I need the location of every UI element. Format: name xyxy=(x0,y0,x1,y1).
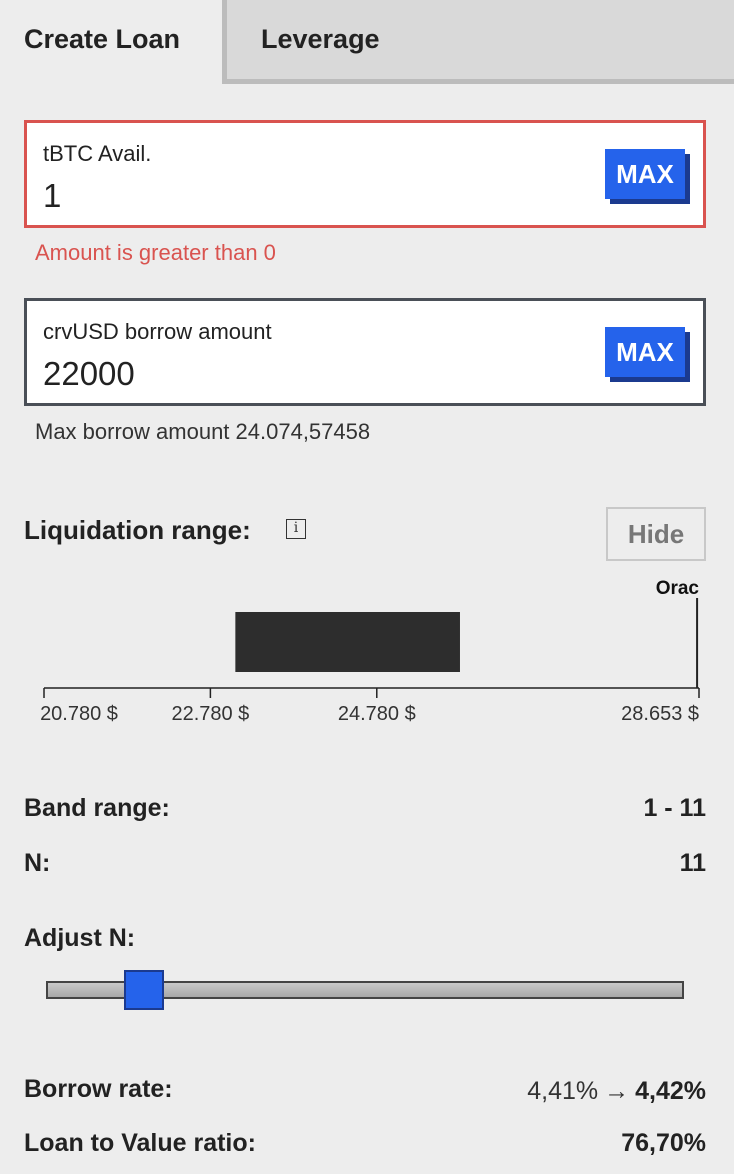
band-range-value: 1 - 11 xyxy=(643,794,706,822)
adjust-n-slider-thumb[interactable] xyxy=(123,970,164,1010)
borrow-rate-new: 4,42% xyxy=(635,1077,706,1105)
borrow-label: crvUSD borrow amount xyxy=(43,319,272,344)
chart-tick-label: 28.653 $ xyxy=(621,703,699,725)
borrow-rate-old: 4,41% xyxy=(527,1077,599,1105)
chart-tick-label: 20.780 $ xyxy=(40,703,118,725)
borrow-field[interactable]: crvUSD borrow amount 22000 MAX xyxy=(24,298,706,406)
oracle-price-label: Orac xyxy=(656,578,700,599)
borrow-max-button[interactable]: MAX xyxy=(605,327,685,377)
n-value: 11 xyxy=(679,849,706,877)
max-borrow-helper: Max borrow amount 24.074,57458 xyxy=(35,419,371,444)
tab-bar: Create Loan Leverage xyxy=(0,0,734,86)
tab-create-loan[interactable]: Create Loan xyxy=(0,0,222,86)
collateral-max-button[interactable]: MAX xyxy=(605,149,685,199)
ltv-value: 76,70% xyxy=(621,1129,706,1157)
arrow-right-icon: → xyxy=(604,1077,630,1105)
collateral-label: tBTC Avail. xyxy=(43,141,152,166)
borrow-rate-value: 4,41% → 4,42% xyxy=(527,1077,706,1106)
tab-leverage[interactable]: Leverage xyxy=(222,0,734,84)
liquidation-range-title: Liquidation range: xyxy=(24,515,251,545)
borrow-input[interactable]: 22000 xyxy=(43,355,135,393)
adjust-n-label: Adjust N: xyxy=(24,924,136,952)
chart-tick-label: 22.780 $ xyxy=(171,703,249,725)
liquidation-range-bar xyxy=(235,612,460,672)
chart-tick-label: 24.780 $ xyxy=(338,703,416,725)
borrow-rate-label: Borrow rate: xyxy=(24,1075,173,1103)
hide-button[interactable]: Hide xyxy=(606,507,706,561)
collateral-input[interactable]: 1 xyxy=(43,177,61,215)
collateral-error-message: Amount is greater than 0 xyxy=(35,240,276,265)
n-label: N: xyxy=(24,849,51,877)
liquidation-range-chart: 20.780 $ 22.780 $ 24.780 $ 28.653 $ Orac xyxy=(40,578,700,725)
info-icon[interactable]: i xyxy=(286,519,306,539)
band-range-label: Band range: xyxy=(24,794,170,822)
collateral-field[interactable]: tBTC Avail. 1 MAX xyxy=(24,120,706,228)
ltv-label: Loan to Value ratio: xyxy=(24,1129,256,1157)
